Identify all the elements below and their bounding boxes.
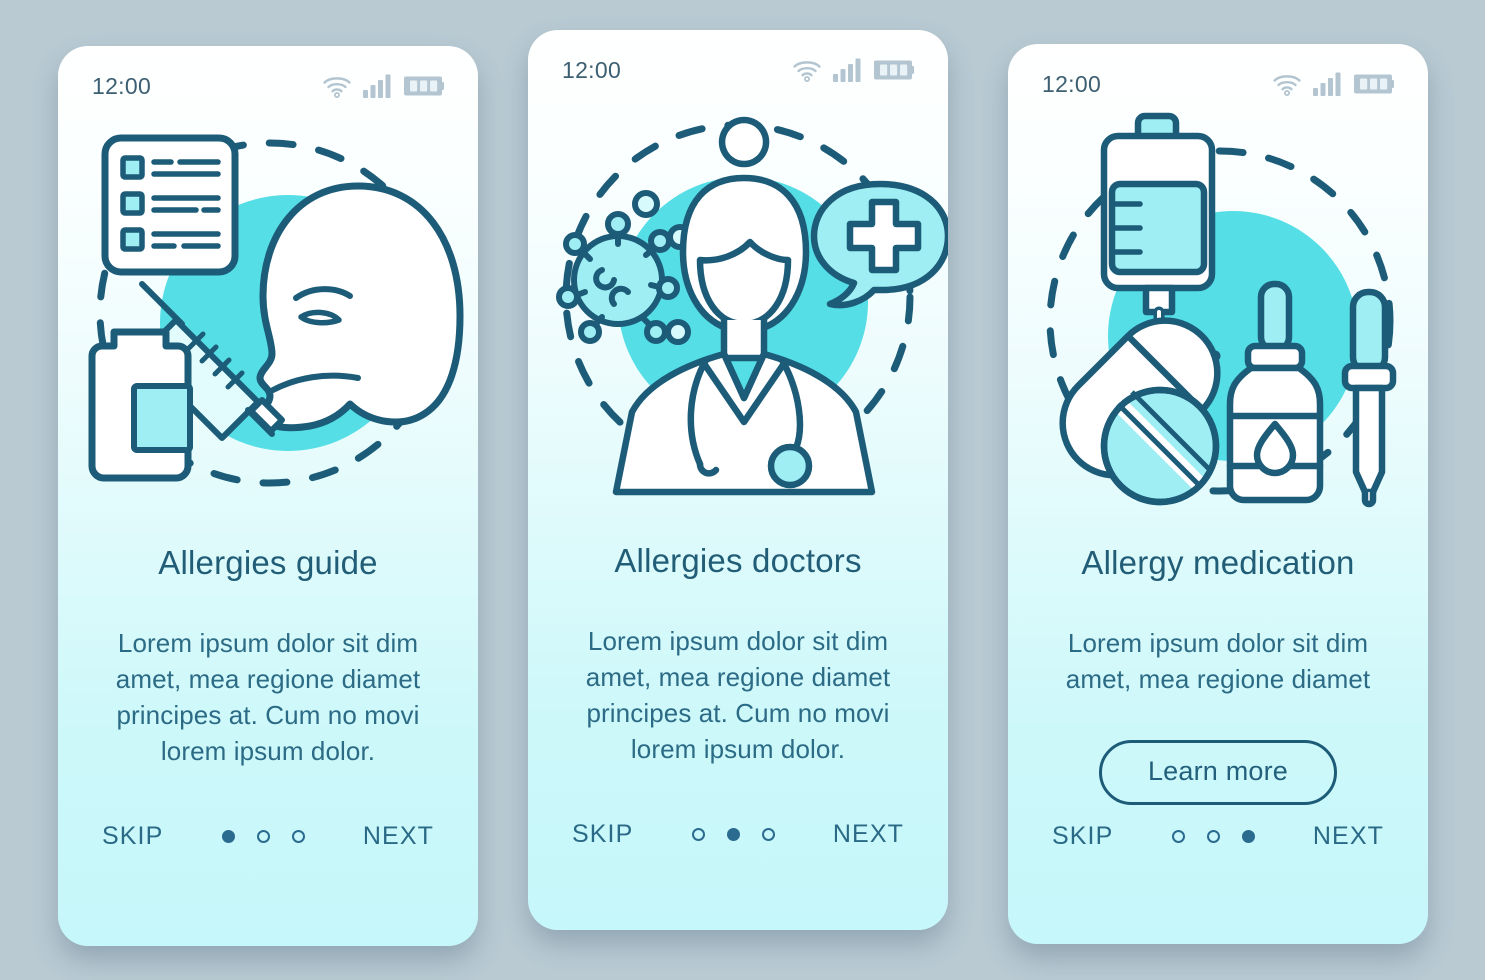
pagination-dot-1[interactable] — [691, 828, 705, 841]
next-button[interactable]: NEXT — [833, 820, 904, 849]
pagination-dot-2[interactable] — [726, 828, 740, 841]
pagination-dot-3[interactable] — [761, 828, 775, 841]
status-bar-clock: 12:00 — [562, 56, 622, 83]
cellular-signal-icon — [1313, 72, 1341, 96]
card-footer-nav: SKIP NEXT — [528, 820, 948, 849]
page-description: Lorem ipsum dolor sit dim amet, mea regi… — [115, 628, 421, 766]
onboarding-screens-stage: 12:00 Allergies guide Lorem ipsum dolor … — [0, 0, 1485, 980]
page-description: Lorem ipsum dolor sit dim amet, mea regi… — [585, 626, 891, 764]
status-bar: 12:00 — [1008, 44, 1428, 106]
status-bar-clock: 12:00 — [1042, 70, 1102, 97]
onboarding-card-allergies-guide: 12:00 Allergies guide Lorem ipsum dolor … — [58, 46, 478, 946]
cellular-signal-icon — [833, 58, 861, 82]
page-title: Allergies doctors — [614, 542, 862, 579]
battery-icon — [1354, 74, 1394, 94]
status-bar-icons — [792, 58, 914, 82]
illustration-allergy-medication — [1008, 106, 1428, 526]
onboarding-card-allergies-doctors: 12:00 Allergies doctors Lorem ipsum dolo… — [528, 30, 948, 930]
pagination-dot-3[interactable] — [1241, 830, 1255, 843]
wifi-icon — [1273, 75, 1301, 96]
wifi-icon — [793, 61, 821, 82]
status-bar-clock: 12:00 — [92, 72, 152, 99]
card-text-block: Allergy medication Lorem ipsum dolor sit… — [1008, 544, 1428, 805]
page-description: Lorem ipsum dolor sit dim amet, mea regi… — [1065, 628, 1371, 694]
illustration-allergy-test — [58, 108, 478, 528]
next-button[interactable]: NEXT — [1313, 822, 1384, 851]
skip-button[interactable]: SKIP — [572, 820, 633, 849]
card-text-block: Allergies guide Lorem ipsum dolor sit di… — [58, 544, 478, 770]
wifi-icon — [323, 77, 351, 98]
next-button[interactable]: NEXT — [363, 822, 434, 851]
battery-icon — [404, 76, 444, 96]
status-bar: 12:00 — [58, 46, 478, 108]
card-footer-nav: SKIP NEXT — [1008, 822, 1428, 851]
pagination-dot-1[interactable] — [221, 830, 235, 843]
pagination-dot-3[interactable] — [291, 830, 305, 843]
card-footer-nav: SKIP NEXT — [58, 822, 478, 851]
pagination-dots — [221, 830, 305, 843]
page-title: Allergy medication — [1081, 544, 1355, 581]
pagination-dot-2[interactable] — [1206, 830, 1220, 843]
status-bar: 12:00 — [528, 30, 948, 92]
skip-button[interactable]: SKIP — [102, 822, 163, 851]
pagination-dots — [1171, 830, 1255, 843]
pagination-dot-1[interactable] — [1171, 830, 1185, 843]
cellular-signal-icon — [363, 74, 391, 98]
status-bar-icons — [1272, 72, 1394, 96]
page-title: Allergies guide — [158, 544, 378, 581]
card-text-block: Allergies doctors Lorem ipsum dolor sit … — [528, 542, 948, 768]
pagination-dot-2[interactable] — [256, 830, 270, 843]
illustration-allergy-doctor — [528, 92, 948, 512]
skip-button[interactable]: SKIP — [1052, 822, 1113, 851]
pagination-dots — [691, 828, 775, 841]
learn-more-button[interactable]: Learn more — [1098, 739, 1338, 805]
battery-icon — [874, 60, 914, 80]
status-bar-icons — [322, 74, 444, 98]
onboarding-card-allergy-medication: 12:00 Allergy medication Lorem ipsum dol… — [1008, 44, 1428, 944]
